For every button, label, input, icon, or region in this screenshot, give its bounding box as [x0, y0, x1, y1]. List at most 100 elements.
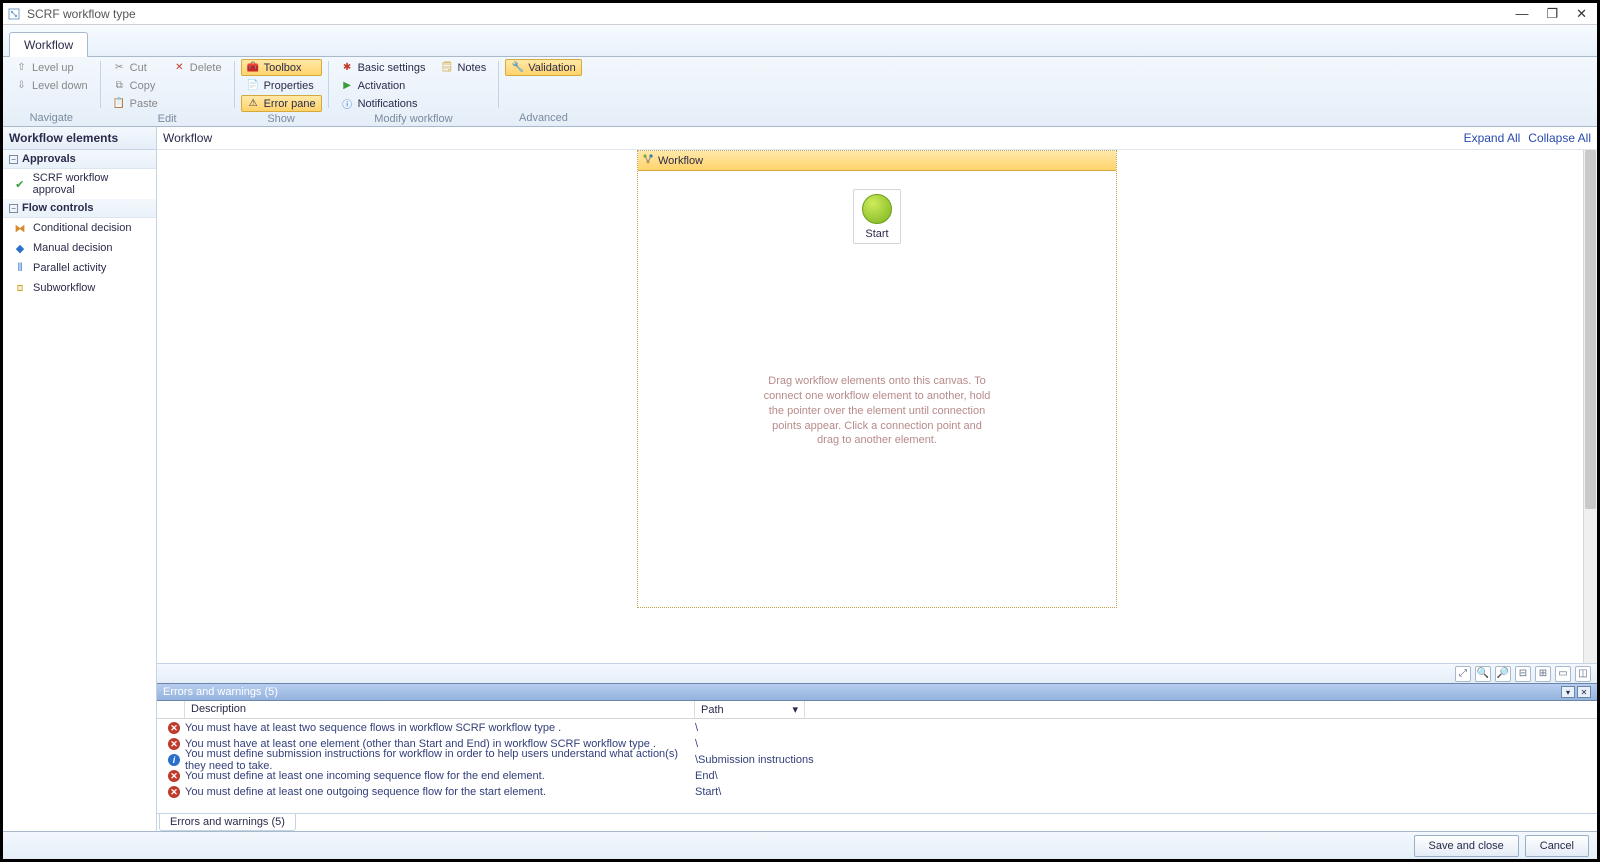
error-description: You must define at least one incoming se… — [185, 770, 695, 782]
sort-icon: ▾ — [792, 703, 798, 716]
error-path: \ — [695, 722, 698, 734]
group-label-show: Show — [241, 112, 322, 127]
activation-icon: ▶ — [341, 79, 354, 92]
minimize-button[interactable]: — — [1515, 6, 1528, 22]
basic-settings-button[interactable]: ✱Basic settings — [335, 59, 432, 76]
error-description: You must define submission instructions … — [185, 748, 695, 772]
expand-all-link[interactable]: Expand All — [1464, 131, 1521, 145]
level-up-button[interactable]: ⇧Level up — [9, 59, 94, 76]
scrollbar-thumb[interactable] — [1585, 150, 1596, 509]
title-bar: SCRF workflow type — ❐ ✕ — [3, 3, 1597, 25]
error-path: Start\ — [695, 786, 721, 798]
dialog-footer: Save and close Cancel — [3, 831, 1597, 859]
error-pane-icon: ⚠ — [247, 97, 260, 110]
element-parallel-activity[interactable]: ⫴Parallel activity — [3, 258, 156, 278]
error-pane-close-button[interactable]: ✕ — [1577, 686, 1591, 698]
panel-title: Workflow elements — [3, 127, 156, 150]
zoom-out-button[interactable]: 🔎 — [1495, 666, 1511, 682]
cut-button: ✂Cut — [107, 59, 164, 76]
save-and-close-button[interactable]: Save and close — [1414, 835, 1519, 857]
parallel-icon: ⫴ — [13, 261, 27, 275]
start-node-label: Start — [865, 228, 888, 240]
tab-workflow[interactable]: Workflow — [9, 32, 88, 57]
element-manual-decision[interactable]: ◆Manual decision — [3, 238, 156, 258]
error-pane-tab[interactable]: Errors and warnings (5) — [159, 814, 296, 831]
error-row[interactable]: ✕You must define at least one incoming s… — [157, 768, 1597, 784]
error-pane-tabs: Errors and warnings (5) — [157, 813, 1597, 831]
level-down-button[interactable]: ⇩Level down — [9, 77, 94, 94]
notifications-icon: ⓘ — [341, 97, 354, 110]
properties-button[interactable]: 📄Properties — [241, 77, 322, 94]
group-header-approvals[interactable]: − Approvals — [3, 150, 156, 169]
error-row[interactable]: ✕You must have at least two sequence flo… — [157, 720, 1597, 736]
copy-icon: ⧉ — [113, 79, 126, 92]
toolbox-button[interactable]: 🧰Toolbox — [241, 59, 322, 76]
paste-button: 📋Paste — [107, 95, 164, 112]
workflow-canvas[interactable]: Workflow Start Drag workflow elements on… — [157, 150, 1597, 663]
workflow-body[interactable]: Start Drag workflow elements onto this c… — [638, 171, 1116, 607]
subworkflow-icon: ⧈ — [13, 281, 27, 295]
group-label-navigate: Navigate — [9, 111, 94, 126]
delete-icon: ✕ — [173, 61, 186, 74]
cancel-button[interactable]: Cancel — [1525, 835, 1589, 857]
error-description: You must define at least one outgoing se… — [185, 786, 695, 798]
zoom-tool-1[interactable]: ⤢ — [1455, 666, 1471, 682]
error-pane-title-bar: Errors and warnings (5) ▾ ✕ — [157, 684, 1597, 701]
level-down-icon: ⇩ — [15, 79, 28, 92]
workflow-container[interactable]: Workflow Start Drag workflow elements on… — [637, 150, 1117, 608]
maximize-button[interactable]: ❐ — [1546, 6, 1558, 22]
notes-button[interactable]: 🗒Notes — [434, 59, 492, 76]
manual-icon: ◆ — [13, 241, 27, 255]
header-icon-col — [157, 701, 185, 718]
validation-button[interactable]: 🔧Validation — [505, 59, 582, 76]
header-description[interactable]: Description — [185, 701, 695, 718]
fit-window-button[interactable]: ⊞ — [1535, 666, 1551, 682]
element-scrf-approval[interactable]: ✔SCRF workflow approval — [3, 169, 156, 199]
workflow-icon — [642, 153, 654, 168]
header-path[interactable]: Path▾ — [695, 701, 805, 718]
error-pane-headers: Description Path▾ — [157, 701, 1597, 719]
error-pane-title: Errors and warnings (5) — [163, 686, 278, 698]
ribbon: ⇧Level up ⇩Level down Navigate ✂Cut ⧉Cop… — [3, 57, 1597, 127]
validation-icon: 🔧 — [511, 61, 524, 74]
zoom-in-button[interactable]: 🔍 — [1475, 666, 1491, 682]
workflow-header: Workflow — [638, 151, 1116, 171]
error-row[interactable]: iYou must define submission instructions… — [157, 752, 1597, 768]
close-button[interactable]: ✕ — [1576, 6, 1587, 22]
element-subworkflow[interactable]: ⧈Subworkflow — [3, 278, 156, 298]
error-path: \ — [695, 738, 698, 750]
error-icon: ✕ — [163, 722, 185, 734]
breadcrumb-bar: Workflow Expand All Collapse All — [157, 127, 1597, 150]
cut-icon: ✂ — [113, 61, 126, 74]
zoom-tool-7[interactable]: ◫ — [1575, 666, 1591, 682]
start-circle-icon — [862, 194, 892, 224]
workflow-elements-panel: Workflow elements − Approvals ✔SCRF work… — [3, 127, 157, 831]
zoom-reset-button[interactable]: ⊟ — [1515, 666, 1531, 682]
error-icon: ✕ — [163, 786, 185, 798]
breadcrumb[interactable]: Workflow — [163, 131, 212, 145]
vertical-scrollbar[interactable] — [1583, 150, 1597, 663]
canvas-hint: Drag workflow elements onto this canvas.… — [762, 374, 992, 448]
paste-icon: 📋 — [113, 97, 126, 110]
notifications-button[interactable]: ⓘNotifications — [335, 95, 432, 112]
error-icon: ✕ — [163, 770, 185, 782]
error-row[interactable]: ✕You must define at least one outgoing s… — [157, 784, 1597, 800]
zoom-toolbar: ⤢ 🔍 🔎 ⊟ ⊞ ▭ ◫ — [157, 663, 1597, 683]
error-pane-dropdown-button[interactable]: ▾ — [1561, 686, 1575, 698]
element-conditional-decision[interactable]: ⧓Conditional decision — [3, 218, 156, 238]
activation-button[interactable]: ▶Activation — [335, 77, 432, 94]
collapse-all-link[interactable]: Collapse All — [1528, 131, 1591, 145]
window-title: SCRF workflow type — [27, 7, 136, 21]
group-label-advanced: Advanced — [505, 111, 582, 126]
group-header-flow-controls[interactable]: − Flow controls — [3, 199, 156, 218]
collapse-icon: − — [9, 155, 18, 164]
basic-settings-icon: ✱ — [341, 61, 354, 74]
error-pane-button[interactable]: ⚠Error pane — [241, 95, 322, 112]
collapse-icon: − — [9, 204, 18, 213]
content-area: Workflow Expand All Collapse All Workflo… — [157, 127, 1597, 831]
notes-icon: 🗒 — [440, 61, 453, 74]
zoom-tool-6[interactable]: ▭ — [1555, 666, 1571, 682]
error-pane-body: ✕You must have at least two sequence flo… — [157, 719, 1597, 813]
start-node[interactable]: Start — [853, 189, 901, 244]
error-path: \Submission instructions — [695, 754, 814, 766]
